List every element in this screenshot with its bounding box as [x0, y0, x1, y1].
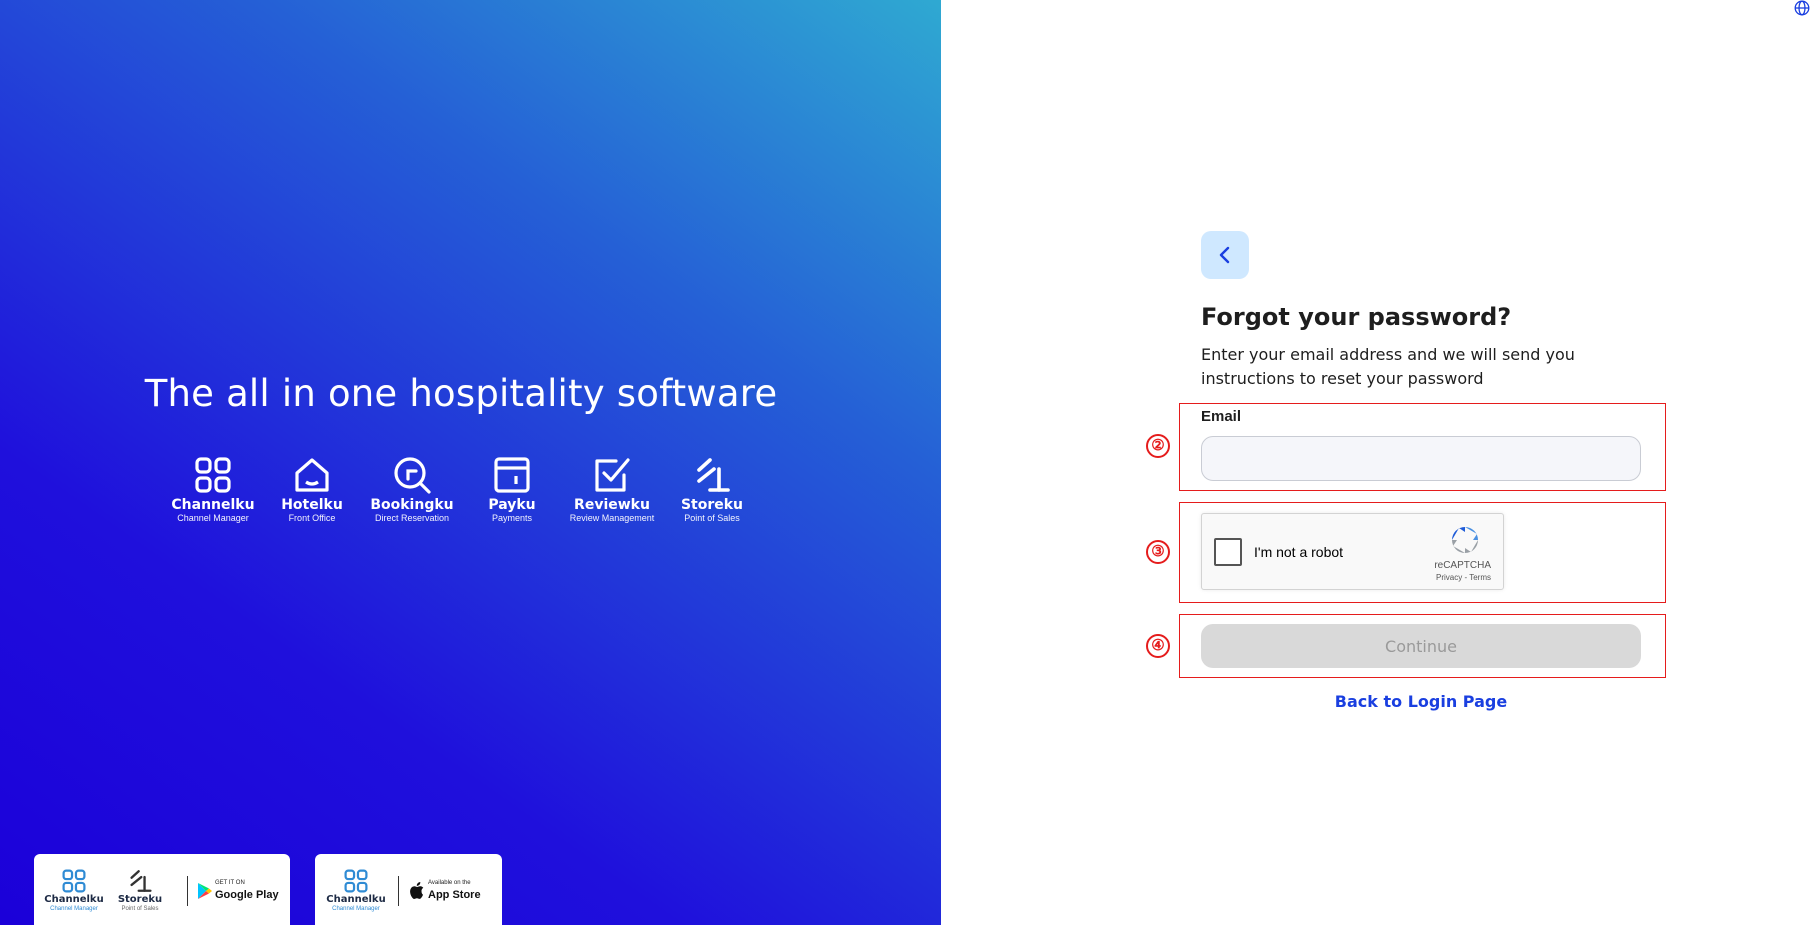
- wallet-icon: [494, 457, 530, 493]
- google-play-badge[interactable]: GET IT ON Google Play: [197, 878, 287, 908]
- email-label: Email: [1201, 408, 1242, 425]
- back-button[interactable]: [1201, 231, 1249, 279]
- apple-icon: [410, 882, 424, 899]
- page-subtitle: Enter your email address and we will sen…: [1201, 345, 1575, 388]
- globe-icon[interactable]: [1794, 0, 1810, 16]
- product-hotelku: Hotelku Front Office: [262, 455, 362, 523]
- google-play-icon: [198, 883, 212, 899]
- continue-button[interactable]: Continue: [1201, 624, 1641, 668]
- product-payku: Payku Payments: [462, 455, 562, 523]
- mini-app-desc: Point of Sales: [121, 906, 159, 912]
- product-reviewku: Reviewku Review Management: [562, 455, 662, 523]
- recaptcha-logo-icon: [1452, 527, 1478, 553]
- annotation-number-3: ③: [1146, 540, 1170, 564]
- mini-app-name: Storeku: [117, 894, 163, 905]
- product-name: Payku: [488, 497, 536, 513]
- grid-icon: [62, 869, 86, 893]
- app-store-badge[interactable]: Available on the App Store: [410, 878, 500, 908]
- grid-icon: [344, 869, 368, 893]
- product-name: Bookingku: [370, 497, 454, 513]
- mini-app-desc: Channel Manager: [50, 906, 98, 912]
- annotation-number-2: ②: [1146, 434, 1170, 458]
- back-to-login-link[interactable]: Back to Login Page: [1201, 692, 1641, 711]
- recaptcha-links[interactable]: Privacy - Terms: [1436, 573, 1491, 582]
- app-store-card[interactable]: Channelku Channel Manager Available on t…: [315, 854, 502, 925]
- product-desc: Review Management: [569, 513, 655, 523]
- product-bookingku: Bookingku Direct Reservation: [362, 455, 462, 523]
- hero-panel: The all in one hospitality software Chan…: [0, 0, 941, 925]
- product-desc: Front Office: [288, 513, 336, 523]
- product-name: Reviewku: [574, 497, 650, 513]
- page: The all in one hospitality software Chan…: [0, 0, 1814, 925]
- divider: [187, 876, 188, 906]
- storeku-icon: [130, 870, 152, 892]
- annotation-number-4: ④: [1146, 634, 1170, 658]
- product-desc: Direct Reservation: [374, 513, 450, 523]
- product-name: Channelku: [171, 497, 255, 513]
- product-desc: Channel Manager: [177, 513, 249, 523]
- badge-big-text: Google Play: [215, 889, 279, 901]
- checkbox-icon: [595, 458, 630, 492]
- chevron-left-icon: [1219, 246, 1230, 264]
- storeku-icon: [697, 458, 730, 492]
- page-title: Forgot your password?: [1201, 303, 1512, 331]
- badge-small-text: GET IT ON: [215, 880, 245, 886]
- mini-app-name: Channelku: [44, 894, 104, 905]
- product-desc: Payments: [491, 513, 533, 523]
- mini-app-name: Channelku: [326, 894, 386, 905]
- house-icon: [295, 458, 329, 492]
- badge-big-text: App Store: [428, 889, 481, 901]
- divider: [398, 876, 399, 906]
- hero-title: The all in one hospitality software: [144, 372, 778, 415]
- mini-app-storeku: Storeku Point of Sales: [112, 868, 168, 913]
- grid-icon: [195, 457, 231, 493]
- product-name: Storeku: [680, 497, 744, 513]
- recaptcha-label: I'm not a robot: [1254, 544, 1344, 560]
- magnifier-icon: [394, 457, 431, 494]
- recaptcha-widget: I'm not a robot reCAPTCHA Privacy - Term…: [1201, 513, 1504, 590]
- product-channelku: Channelku Channel Manager: [163, 455, 263, 523]
- product-name: Hotelku: [281, 497, 343, 513]
- mini-app-desc: Channel Manager: [332, 906, 380, 912]
- product-list: Channelku Channel Manager Hotelku Front …: [163, 455, 763, 535]
- product-storeku: Storeku Point of Sales: [662, 455, 762, 523]
- recaptcha-checkbox[interactable]: [1214, 538, 1242, 566]
- google-play-card[interactable]: Channelku Channel Manager Storeku Point …: [34, 854, 290, 925]
- mini-app-channelku: Channelku Channel Manager: [323, 868, 389, 913]
- product-desc: Point of Sales: [684, 513, 740, 523]
- recaptcha-brand: reCAPTCHA: [1434, 560, 1491, 571]
- mini-app-channelku: Channelku Channel Manager: [44, 868, 104, 913]
- badge-small-text: Available on the: [428, 880, 471, 886]
- email-field[interactable]: [1201, 436, 1641, 481]
